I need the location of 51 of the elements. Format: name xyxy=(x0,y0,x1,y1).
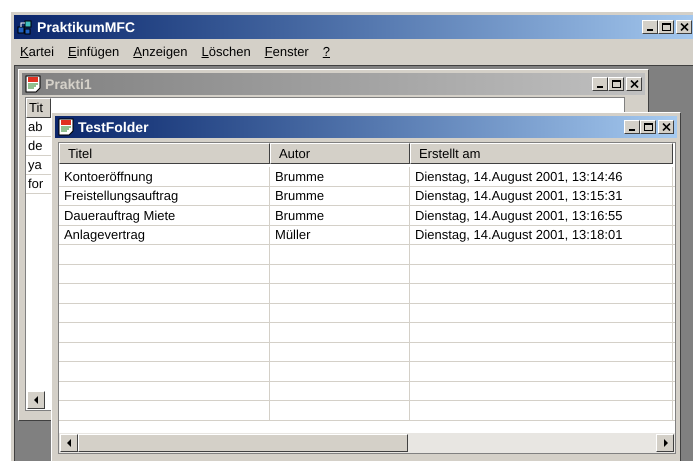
table-cell-text: Anlagevertrag xyxy=(64,226,145,244)
menu-item[interactable]: Kartei xyxy=(20,42,54,62)
scroll-left-button[interactable] xyxy=(27,391,45,409)
menu-item[interactable]: ? xyxy=(322,42,330,62)
arrow-right-icon xyxy=(662,439,668,447)
menu-item[interactable]: Anzeigen xyxy=(133,42,188,62)
table-cell-text: Kontoeröffnung xyxy=(64,168,153,186)
arrow-left-icon xyxy=(66,439,72,447)
maximize-button[interactable] xyxy=(608,77,624,91)
table-cell-text: Dienstag, 14.August 2001, 13:16:55 xyxy=(415,206,622,225)
app-icon xyxy=(16,18,34,36)
table-cell-text: Brumme xyxy=(275,168,324,186)
table-cell-text: Dienstag, 14.August 2001, 13:18:01 xyxy=(415,226,622,244)
table-cell-text: Dienstag, 14.August 2001, 13:15:31 xyxy=(415,187,622,205)
close-button[interactable] xyxy=(658,120,674,134)
maximize-button[interactable] xyxy=(658,20,674,34)
table-cell-text: Brumme xyxy=(275,187,324,205)
scroll-left-button[interactable] xyxy=(60,434,78,452)
minimize-button[interactable] xyxy=(592,77,608,91)
close-icon xyxy=(630,80,638,88)
minimize-button[interactable] xyxy=(624,120,640,134)
document-icon xyxy=(25,75,43,93)
scroll-right-button[interactable] xyxy=(656,434,674,452)
close-icon xyxy=(680,23,688,31)
maximize-button[interactable] xyxy=(640,120,656,134)
close-button[interactable] xyxy=(626,77,642,91)
horizontal-scrollbar[interactable] xyxy=(59,433,675,453)
app-title: PraktikumMFC xyxy=(37,18,136,36)
table-cell-text: Freistellungsauftrag xyxy=(64,187,178,205)
table-cell-text: Dienstag, 14.August 2001, 13:14:46 xyxy=(415,168,622,186)
document-icon xyxy=(58,118,76,136)
scroll-thumb[interactable] xyxy=(78,434,408,452)
arrow-left-icon xyxy=(34,396,38,404)
table-cell-text: Dauerauftrag Miete xyxy=(64,206,176,225)
maximize-icon xyxy=(612,80,620,88)
window-title: TestFolder xyxy=(78,118,150,136)
menu-item[interactable]: Einfügen xyxy=(68,42,120,62)
column-header[interactable]: Titel xyxy=(59,143,270,164)
close-icon xyxy=(662,123,670,131)
maximize-icon xyxy=(662,23,670,31)
column-header[interactable]: Erstellt am xyxy=(410,143,673,164)
menu-item[interactable]: Löschen xyxy=(202,42,251,62)
close-button[interactable] xyxy=(676,20,692,34)
maximize-icon xyxy=(644,123,652,131)
table-cell-text: Brumme xyxy=(275,206,324,224)
menu-item[interactable]: Fenster xyxy=(264,42,309,62)
minimize-button[interactable] xyxy=(642,20,658,34)
column-header[interactable]: Autor xyxy=(270,143,410,164)
table-cell-text: Müller xyxy=(275,226,310,244)
window-title: Prakti1 xyxy=(45,74,93,94)
column-header[interactable]: Tit xyxy=(26,98,51,118)
